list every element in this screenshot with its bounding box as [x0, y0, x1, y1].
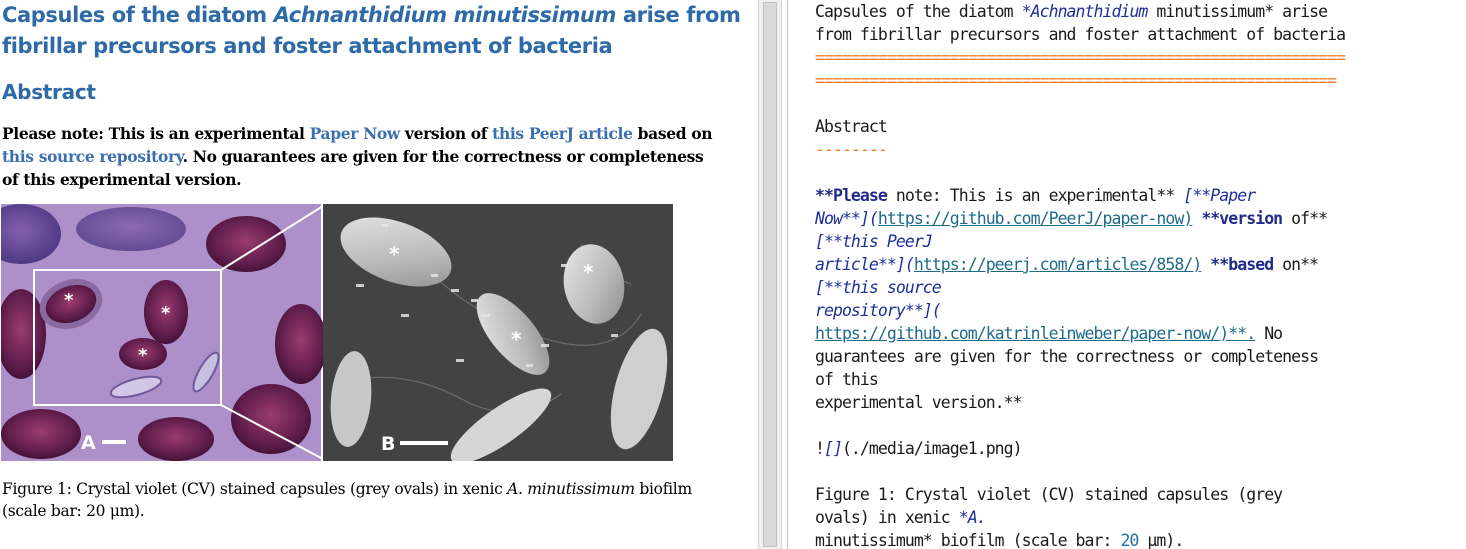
src-link-label: [**this source	[815, 278, 942, 297]
figure-1-image: * * * A * * * B	[1, 204, 673, 461]
src-italic: *A.	[958, 508, 987, 527]
title-text: arise from	[615, 3, 741, 27]
markdown-source-editor[interactable]: Capsules of the diatom *Achnanthidium mi…	[788, 0, 1466, 549]
src-italic: *Achnanthidium	[1021, 2, 1149, 21]
cell-asterisk: *	[389, 242, 400, 266]
src-space	[1192, 209, 1201, 228]
note-text: Please note: This is an experimental	[2, 124, 310, 143]
page-title: Capsules of the diatom Achnanthidium min…	[2, 0, 742, 62]
src-rule: --------	[815, 140, 888, 159]
peerj-article-link[interactable]: this PeerJ article	[492, 124, 633, 143]
src-text: note: This is an experimental**	[886, 186, 1184, 205]
rendered-preview-pane[interactable]: Capsules of the diatom Achnanthidium min…	[0, 0, 758, 549]
src-text: μm).	[1138, 531, 1184, 549]
src-space	[1201, 255, 1210, 274]
caption-text: biofilm	[634, 480, 692, 498]
cell-asterisk: *	[583, 260, 594, 284]
src-text: Abstract	[815, 117, 888, 136]
abstract-heading: Abstract	[2, 80, 96, 104]
source-repository-link[interactable]: this source repository	[2, 147, 183, 166]
cell-asterisk: *	[511, 327, 522, 351]
src-text: guarantees are given for the correctness…	[815, 347, 1319, 366]
src-text: minutissimum* biofilm (scale bar:	[815, 531, 1121, 549]
panel-b-label: B	[381, 433, 395, 455]
preview-scrollbar[interactable]	[758, 0, 782, 549]
scale-bar-a	[102, 440, 126, 444]
src-text: of this	[815, 370, 879, 389]
src-number: 20	[1120, 531, 1139, 549]
experimental-note: Please note: This is an experimental Pap…	[2, 122, 754, 191]
panel-a-label: A	[81, 432, 96, 454]
note-text: based on	[632, 124, 713, 143]
src-text: **.	[1228, 324, 1256, 343]
src-url-repository[interactable]: https://github.com/katrinleinweber/paper…	[815, 324, 1229, 343]
source-text[interactable]: Capsules of the diatom *Achnanthidium mi…	[815, 0, 1465, 549]
scrollbar-thumb[interactable]	[763, 2, 777, 547]
panel-a-micrograph: * * * A	[1, 204, 327, 461]
title-text: Capsules of the diatom	[2, 3, 274, 27]
figure-caption: Figure 1: Crystal violet (CV) stained ca…	[2, 478, 752, 522]
src-text: on**	[1273, 255, 1319, 274]
src-url-paper-now[interactable]: https://github.com/PeerJ/paper-now)	[878, 209, 1193, 228]
src-rule: ========================================…	[815, 71, 1337, 90]
src-link-label: [**Paper	[1183, 186, 1256, 205]
src-text: No	[1255, 324, 1283, 343]
cell-asterisk: *	[64, 290, 74, 311]
src-text: ovals) in xenic	[815, 508, 959, 527]
src-image-bang: !	[815, 439, 825, 458]
src-bold: **version	[1201, 209, 1283, 228]
caption-text: Figure 1: Crystal violet (CV) stained ca…	[2, 480, 508, 498]
title-species: Achnanthidium minutissimum	[273, 3, 617, 27]
src-text: experimental version.**	[815, 393, 1023, 412]
src-link-label: [**this PeerJ	[815, 232, 933, 251]
src-text: Capsules of the diatom	[815, 2, 1022, 21]
src-text: Figure 1: Crystal violet (CV) stained ca…	[815, 485, 1283, 504]
cell-asterisk: *	[161, 303, 171, 324]
scale-bar-b	[400, 441, 448, 445]
caption-species: A. minutissimum	[507, 480, 635, 498]
src-link-label: Now**](	[815, 209, 879, 228]
src-text: minutissimum* arise	[1147, 2, 1328, 21]
src-text: from fibrillar precursors and foster att…	[815, 25, 1346, 44]
note-text: . No guarantees are given for the correc…	[182, 147, 704, 166]
src-rule: ========================================…	[815, 48, 1346, 67]
src-link-label: repository**](	[815, 301, 942, 320]
note-text: version of	[399, 124, 493, 143]
src-text: of**	[1282, 209, 1328, 228]
src-link-label: article**](	[815, 255, 915, 274]
paper-now-link[interactable]: Paper Now	[310, 124, 401, 143]
cell-asterisk: *	[138, 345, 148, 366]
src-bold: **Please	[815, 186, 888, 205]
src-image-path: (./media/image1.png)	[841, 439, 1023, 458]
note-text: of this experimental version.	[2, 170, 242, 189]
src-bold: **based	[1210, 255, 1274, 274]
src-url-peerj[interactable]: https://peerj.com/articles/858/)	[914, 255, 1202, 274]
title-text-line2: fibrillar precursors and foster attachme…	[2, 34, 613, 58]
caption-text: (scale bar: 20 μm).	[2, 502, 145, 520]
src-image-alt: []	[823, 439, 843, 458]
panel-b-micrograph: * * * B	[323, 204, 673, 461]
figure-1-svg: * * * A * * * B	[1, 204, 673, 461]
